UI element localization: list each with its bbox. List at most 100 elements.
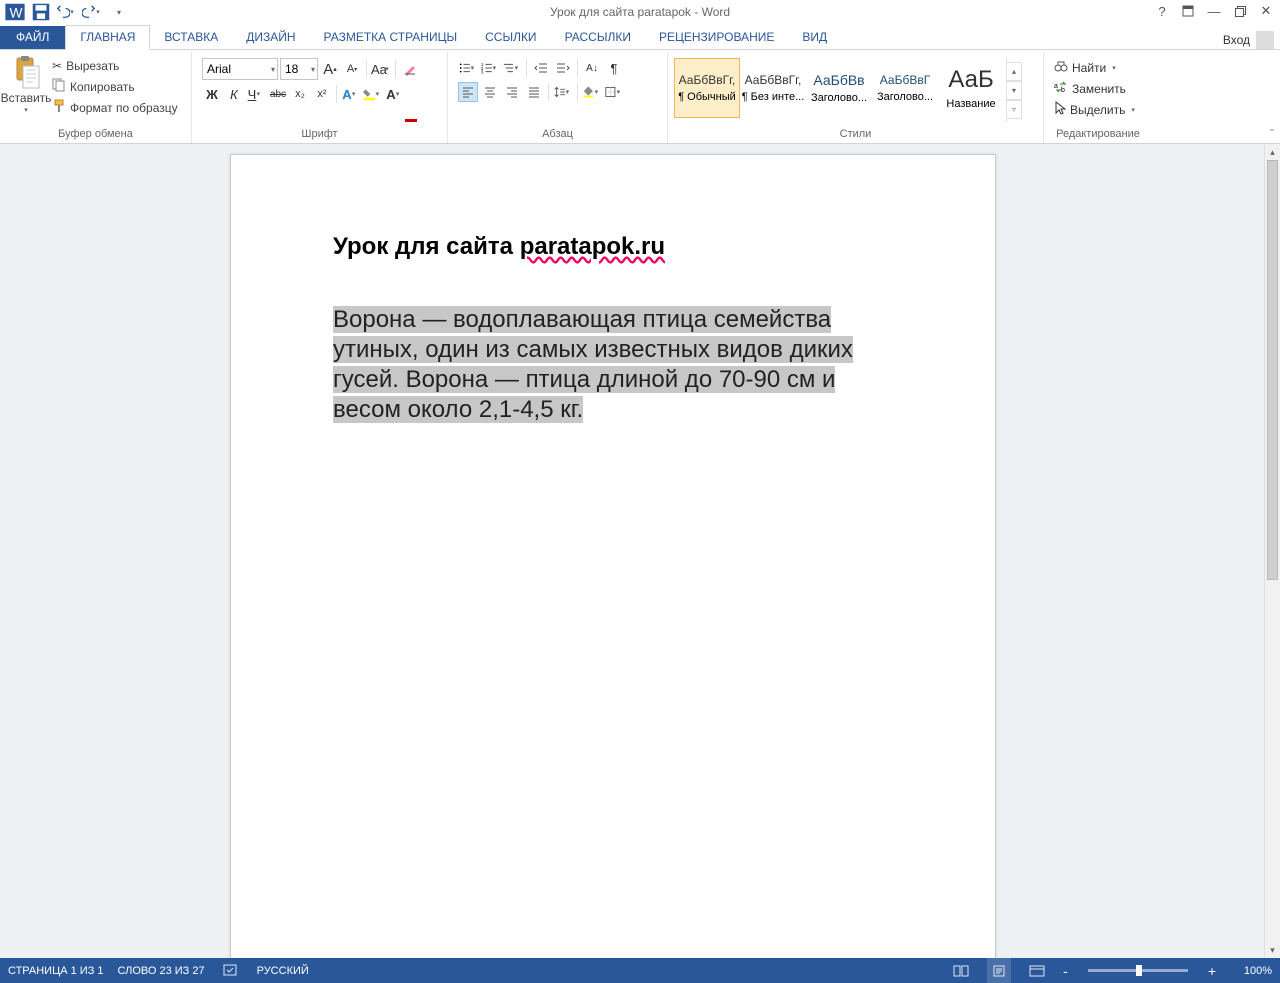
quick-access-toolbar: W ▾ ▾ ▾ — [0, 1, 130, 23]
text-effects-button[interactable]: A▾ — [341, 84, 361, 104]
underline-button[interactable]: Ч▾ — [246, 84, 266, 104]
style-heading1[interactable]: АаБбВвЗаголово... — [806, 58, 872, 118]
show-marks-button[interactable]: ¶ — [604, 58, 624, 78]
tab-references[interactable]: ССЫЛКИ — [471, 26, 550, 49]
tab-review[interactable]: РЕЦЕНЗИРОВАНИЕ — [645, 26, 788, 49]
align-right-button[interactable] — [502, 82, 522, 102]
restore-icon[interactable] — [1228, 0, 1252, 22]
zoom-slider-knob[interactable] — [1136, 965, 1142, 976]
tab-mailings[interactable]: РАССЫЛКИ — [551, 26, 645, 49]
title-bar: W ▾ ▾ ▾ Урок для сайта paratapok - Word … — [0, 0, 1280, 24]
style-title[interactable]: АаБНазвание — [938, 58, 1004, 118]
multilevel-list-button[interactable]: ▾ — [502, 58, 522, 78]
select-label: Выделить — [1070, 103, 1125, 117]
numbered-list-button[interactable]: 123▾ — [480, 58, 500, 78]
document-canvas[interactable]: Урок для сайта paratapok.ru Ворона — вод… — [0, 144, 1264, 958]
subscript-button[interactable]: x₂ — [290, 84, 310, 104]
increase-indent-button[interactable] — [553, 58, 573, 78]
replace-button[interactable]: abЗаменить — [1054, 79, 1137, 98]
cut-button[interactable]: ✂Вырезать — [52, 56, 178, 75]
tab-file[interactable]: ФАЙЛ — [0, 26, 65, 49]
group-clipboard: Вставить ▾ ✂Вырезать Копировать Формат п… — [0, 52, 192, 143]
help-icon[interactable]: ? — [1150, 0, 1174, 22]
zoom-level[interactable]: 100% — [1230, 965, 1272, 977]
word-app-icon[interactable]: W — [4, 1, 26, 23]
group-paragraph-label: Абзац — [452, 126, 663, 143]
scroll-thumb[interactable] — [1267, 160, 1278, 580]
undo-button[interactable]: ▾ — [56, 1, 78, 23]
ribbon-display-options-icon[interactable] — [1176, 0, 1200, 22]
align-left-button[interactable] — [458, 82, 478, 102]
save-icon[interactable] — [30, 1, 52, 23]
heading-text: Урок для сайта — [333, 233, 520, 260]
undo-dropdown-icon[interactable]: ▾ — [68, 8, 78, 16]
replace-label: Заменить — [1072, 82, 1126, 96]
font-size-combo[interactable]: 18▾ — [280, 58, 318, 80]
web-layout-icon[interactable] — [1025, 958, 1049, 983]
select-button[interactable]: Выделить▾ — [1054, 100, 1137, 119]
status-page[interactable]: СТРАНИЦА 1 ИЗ 1 — [8, 965, 104, 977]
format-painter-button[interactable]: Формат по образцу — [52, 98, 178, 117]
vertical-scrollbar[interactable]: ▴ ▾ — [1264, 144, 1280, 958]
sign-in[interactable]: Вход — [1223, 31, 1280, 49]
zoom-out-button[interactable]: - — [1063, 963, 1068, 979]
collapse-ribbon-icon[interactable]: ˆ — [1270, 127, 1274, 141]
style-no-spacing[interactable]: АаБбВвГг,¶ Без инте... — [740, 58, 806, 118]
clear-formatting-button[interactable] — [400, 59, 420, 79]
document-body[interactable]: Ворона — водоплавающая птица семейства у… — [333, 305, 893, 425]
bold-button[interactable]: Ж — [202, 84, 222, 104]
grow-font-button[interactable]: A▴ — [320, 59, 340, 79]
bullet-list-button[interactable]: ▾ — [458, 58, 478, 78]
tab-insert[interactable]: ВСТАВКА — [150, 26, 232, 49]
styles-scroll-down-icon[interactable]: ▾ — [1007, 81, 1022, 100]
sort-button[interactable]: A↓ — [582, 58, 602, 78]
zoom-slider[interactable] — [1088, 969, 1188, 972]
redo-dropdown-icon[interactable]: ▾ — [94, 8, 104, 16]
copy-button[interactable]: Копировать — [52, 77, 178, 96]
redo-button[interactable]: ▾ — [82, 1, 104, 23]
status-language[interactable]: РУССКИЙ — [257, 965, 309, 977]
tab-page-layout[interactable]: РАЗМЕТКА СТРАНИЦЫ — [310, 26, 472, 49]
document-heading[interactable]: Урок для сайта paratapok.ru — [333, 233, 893, 261]
find-button[interactable]: Найти▾ — [1054, 58, 1137, 77]
change-case-button[interactable]: Aa▾ — [371, 59, 391, 79]
tab-home[interactable]: ГЛАВНАЯ — [65, 25, 150, 50]
paste-dropdown-icon[interactable]: ▾ — [24, 106, 28, 114]
superscript-button[interactable]: x² — [312, 84, 332, 104]
decrease-indent-button[interactable] — [531, 58, 551, 78]
justify-button[interactable] — [524, 82, 544, 102]
scroll-up-icon[interactable]: ▴ — [1265, 144, 1280, 160]
spell-check-icon[interactable] — [219, 958, 243, 983]
scissors-icon: ✂ — [52, 59, 62, 73]
page[interactable]: Урок для сайта paratapok.ru Ворона — вод… — [230, 154, 996, 958]
scroll-down-icon[interactable]: ▾ — [1265, 942, 1280, 958]
style-normal[interactable]: АаБбВвГг,¶ Обычный — [674, 58, 740, 118]
ribbon-tabs: ФАЙЛ ГЛАВНАЯ ВСТАВКА ДИЗАЙН РАЗМЕТКА СТР… — [0, 24, 1280, 50]
style-heading2[interactable]: АаБбВвГЗаголово... — [872, 58, 938, 118]
tab-view[interactable]: ВИД — [788, 26, 841, 49]
styles-expand-icon[interactable]: ▿ — [1007, 100, 1022, 119]
shrink-font-button[interactable]: A▾ — [342, 59, 362, 79]
strikethrough-button[interactable]: abc — [268, 84, 288, 104]
print-layout-icon[interactable] — [987, 958, 1011, 983]
highlight-button[interactable]: ▾ — [363, 84, 383, 104]
qat-customize-icon[interactable]: ▾ — [108, 1, 130, 23]
styles-scroll-up-icon[interactable]: ▴ — [1007, 62, 1022, 81]
group-clipboard-label: Буфер обмена — [4, 126, 187, 143]
tab-design[interactable]: ДИЗАЙН — [232, 26, 309, 49]
zoom-in-button[interactable]: + — [1208, 963, 1216, 979]
status-words[interactable]: СЛОВО 23 ИЗ 27 — [118, 965, 205, 977]
align-center-button[interactable] — [480, 82, 500, 102]
line-spacing-button[interactable]: ▾ — [553, 82, 573, 102]
paste-button[interactable]: Вставить — [1, 91, 52, 105]
minimize-icon[interactable]: — — [1202, 0, 1226, 22]
font-color-button[interactable]: A▾ — [385, 84, 405, 104]
close-icon[interactable]: ✕ — [1254, 0, 1278, 22]
shading-button[interactable]: ▾ — [582, 82, 602, 102]
read-mode-icon[interactable] — [949, 958, 973, 983]
paste-icon[interactable] — [11, 56, 41, 90]
font-name-combo[interactable]: Arial▾ — [202, 58, 278, 80]
svg-text:W: W — [10, 6, 23, 21]
borders-button[interactable]: ▾ — [604, 82, 624, 102]
italic-button[interactable]: К — [224, 84, 244, 104]
